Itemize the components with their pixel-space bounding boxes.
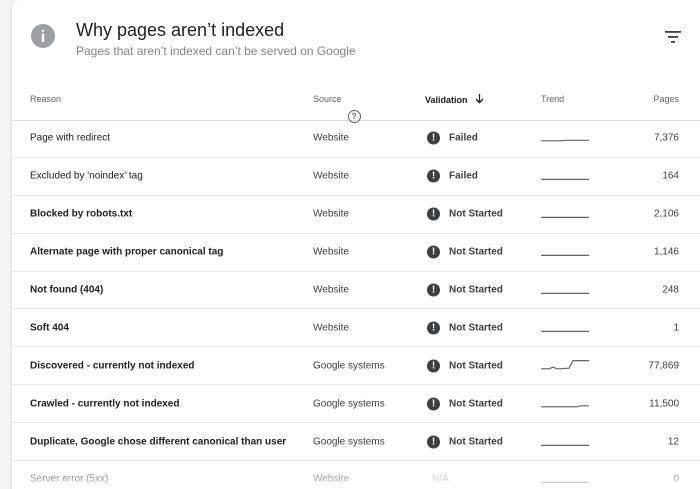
column-trend: Trend <box>541 94 565 104</box>
alert-icon: ! <box>427 359 440 373</box>
trend-sparkline <box>541 168 589 185</box>
validation-status: N/A <box>432 473 449 485</box>
table-header: Reason Source? Validation Trend Pages <box>12 78 700 123</box>
indexing-card: Why pages aren’t indexed Pages that aren… <box>11 0 700 489</box>
pages-cell: 248 <box>662 284 679 296</box>
validation-cell: ! Not Started <box>427 207 503 221</box>
table-row[interactable]: Page with redirect Website! Failed 7,376 <box>12 120 700 158</box>
pages-cell: 0 <box>673 473 679 485</box>
validation-status: Not Started <box>449 208 503 220</box>
column-pages[interactable]: Pages <box>653 94 679 104</box>
trend-sparkline <box>541 282 589 299</box>
info-icon <box>31 24 55 48</box>
reason-cell: Blocked by robots.txt <box>30 208 133 220</box>
trend-line <box>541 404 589 408</box>
alert-icon: ! <box>427 435 440 449</box>
table-row[interactable]: Soft 404 Website! Not Started 1 <box>12 309 700 348</box>
source-cell: Website <box>313 322 349 334</box>
pages-cell: 1 <box>673 322 679 334</box>
card-header: Why pages aren’t indexed Pages that aren… <box>12 0 700 78</box>
table-row[interactable]: Crawled - currently not indexed Google sy… <box>12 385 700 424</box>
table-row[interactable]: Blocked by robots.txt Website! Not Started… <box>12 196 700 234</box>
arrow-down-icon <box>475 94 484 104</box>
source-cell: Website <box>313 170 349 182</box>
table-row[interactable]: Excluded by 'noindex' tag Website! Failed 1… <box>12 158 700 196</box>
validation-status: Not Started <box>449 398 503 410</box>
validation-cell: ! Failed <box>427 131 478 145</box>
reason-cell: Alternate page with proper canonical tag <box>30 246 224 258</box>
table-row[interactable]: Duplicate, Google chose different canoni… <box>12 423 700 462</box>
table-row[interactable]: Alternate page with proper canonical tag… <box>12 234 700 272</box>
trend-sparkline <box>541 206 589 223</box>
table-body: Page with redirect Website! Failed 7,376 Exc… <box>12 120 700 489</box>
validation-cell: ! Not Started <box>427 397 503 411</box>
validation-cell: ! Not Started <box>427 359 503 373</box>
card-title: Why pages aren’t indexed <box>76 20 285 40</box>
validation-cell: ! Not Started <box>427 321 503 335</box>
pages-cell: 11,500 <box>649 398 679 410</box>
validation-status: Not Started <box>449 436 503 448</box>
pages-cell: 7,376 <box>653 132 679 144</box>
pages-cell: 77,869 <box>648 360 679 372</box>
trend-line <box>541 140 589 142</box>
trend-sparkline <box>541 433 589 450</box>
alert-icon: ! <box>427 245 440 259</box>
source-cell: Google systems <box>313 398 385 410</box>
reason-cell: Not found (404) <box>30 284 104 296</box>
card-subtitle: Pages that aren’t indexed can’t be serve… <box>76 44 356 58</box>
alert-icon: ! <box>427 397 440 411</box>
reason-cell: Excluded by 'noindex' tag <box>30 170 143 182</box>
alert-icon: ! <box>427 169 440 183</box>
alert-icon: ! <box>427 321 440 335</box>
validation-status: Not Started <box>449 246 503 258</box>
pages-cell: 2,106 <box>653 208 679 220</box>
reason-cell: Page with redirect <box>30 132 111 144</box>
validation-status: Failed <box>449 170 478 182</box>
pages-cell: 164 <box>662 170 679 182</box>
filter-icon[interactable] <box>663 27 683 47</box>
source-cell: Google systems <box>313 436 385 448</box>
pages-cell: 12 <box>667 436 679 448</box>
validation-cell: ! Not Started <box>427 435 503 449</box>
table-row[interactable]: Discovered - currently not indexed Google… <box>12 347 700 386</box>
trend-sparkline <box>541 357 589 374</box>
table-row[interactable]: Server error (5xx) Website N/A 0 <box>12 461 700 489</box>
reason-cell: Duplicate, Google chose different canoni… <box>30 436 287 448</box>
trend-sparkline <box>541 395 589 412</box>
source-cell: Google systems <box>313 360 385 372</box>
trend-sparkline <box>541 244 589 261</box>
source-cell: Website <box>313 246 349 258</box>
validation-status: Not Started <box>449 322 503 334</box>
trend-line <box>541 359 589 370</box>
trend-sparkline <box>541 319 589 336</box>
reason-cell: Soft 404 <box>30 322 69 334</box>
source-cell: Website <box>313 284 349 296</box>
validation-cell: ! Failed <box>427 169 478 183</box>
validation-cell: ! Not Started <box>427 245 503 259</box>
validation-status: Not Started <box>449 360 503 372</box>
column-validation[interactable]: Validation <box>425 94 484 105</box>
alert-icon: ! <box>427 131 440 145</box>
validation-status: Not Started <box>449 284 503 296</box>
alert-icon: ! <box>427 207 440 221</box>
validation-cell: N/A <box>432 474 449 485</box>
validation-status: Failed <box>449 132 478 144</box>
source-cell: Website <box>313 208 349 220</box>
source-cell: Website <box>313 132 349 144</box>
table-row[interactable]: Not found (404) Website! Not Started 248 <box>12 272 700 310</box>
column-source[interactable]: Source? <box>313 94 361 123</box>
trend-sparkline <box>541 130 589 147</box>
trend-sparkline <box>541 471 589 488</box>
alert-icon: ! <box>427 283 440 297</box>
reason-cell: Server error (5xx) <box>30 473 109 485</box>
reason-cell: Crawled - currently not indexed <box>30 398 180 410</box>
source-cell: Website <box>313 473 349 485</box>
column-reason[interactable]: Reason <box>30 94 61 104</box>
pages-cell: 1,146 <box>653 246 679 258</box>
reason-cell: Discovered - currently not indexed <box>30 360 195 372</box>
validation-cell: ! Not Started <box>427 283 503 297</box>
